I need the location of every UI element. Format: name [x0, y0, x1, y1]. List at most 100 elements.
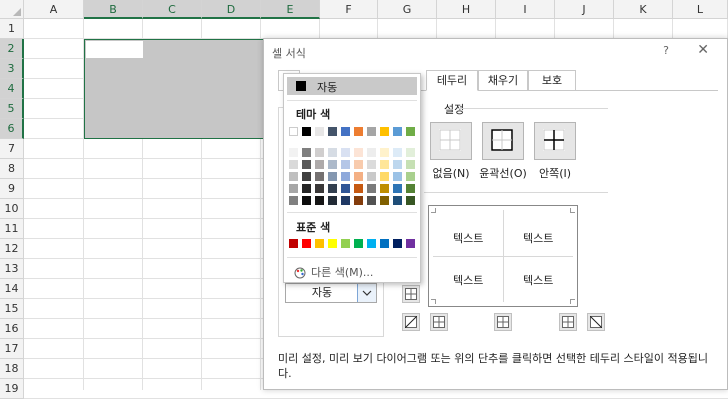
theme-color-swatch[interactable]	[302, 127, 311, 136]
theme-shade-swatch[interactable]	[341, 196, 350, 205]
row-header[interactable]: 15	[0, 299, 24, 319]
theme-shade-swatch[interactable]	[393, 160, 402, 169]
theme-color-swatch[interactable]	[354, 127, 363, 136]
theme-shade-swatch[interactable]	[302, 172, 311, 181]
column-header[interactable]: K	[614, 0, 673, 19]
row-header[interactable]: 12	[0, 239, 24, 259]
theme-color-swatch[interactable]	[341, 127, 350, 136]
dropdown-button[interactable]	[357, 284, 376, 302]
row-header[interactable]: 6	[0, 119, 24, 139]
theme-color-swatch[interactable]	[406, 127, 415, 136]
select-all-corner[interactable]	[0, 0, 24, 19]
row-header[interactable]: 9	[0, 179, 24, 199]
row-header[interactable]: 7	[0, 139, 24, 159]
theme-shade-swatch[interactable]	[367, 160, 376, 169]
column-header[interactable]: E	[261, 0, 320, 19]
tab-protection[interactable]: 보호	[528, 70, 576, 90]
preset-none-button[interactable]	[430, 122, 472, 160]
border-diagonal-up-button[interactable]	[402, 313, 420, 331]
theme-shade-swatch[interactable]	[406, 148, 415, 157]
theme-color-swatch[interactable]	[328, 127, 337, 136]
row-header[interactable]: 10	[0, 199, 24, 219]
theme-shade-swatch[interactable]	[328, 148, 337, 157]
column-header[interactable]: A	[24, 0, 84, 19]
theme-shade-swatch[interactable]	[302, 148, 311, 157]
standard-color-swatch[interactable]	[354, 239, 363, 248]
help-button[interactable]: ?	[663, 44, 669, 57]
theme-shade-swatch[interactable]	[328, 184, 337, 193]
standard-color-swatch[interactable]	[341, 239, 350, 248]
theme-shade-swatch[interactable]	[393, 148, 402, 157]
standard-color-swatch[interactable]	[289, 239, 298, 248]
theme-shade-swatch[interactable]	[380, 148, 389, 157]
border-left-button[interactable]	[430, 313, 448, 331]
row-header[interactable]: 5	[0, 99, 24, 119]
preset-outline-button[interactable]	[482, 122, 524, 160]
theme-shade-swatch[interactable]	[354, 196, 363, 205]
theme-shade-swatch[interactable]	[367, 148, 376, 157]
theme-shade-swatch[interactable]	[406, 196, 415, 205]
theme-color-swatch[interactable]	[380, 127, 389, 136]
theme-shade-swatch[interactable]	[380, 184, 389, 193]
theme-shade-swatch[interactable]	[367, 172, 376, 181]
theme-shade-swatch[interactable]	[380, 172, 389, 181]
theme-shade-swatch[interactable]	[289, 148, 298, 157]
standard-color-swatch[interactable]	[367, 239, 376, 248]
row-header[interactable]: 11	[0, 219, 24, 239]
row-header[interactable]: 2	[0, 39, 24, 59]
standard-color-swatch[interactable]	[328, 239, 337, 248]
theme-shade-swatch[interactable]	[328, 172, 337, 181]
theme-shade-swatch[interactable]	[380, 196, 389, 205]
theme-shade-swatch[interactable]	[315, 196, 324, 205]
row-header[interactable]: 14	[0, 279, 24, 299]
theme-shade-swatch[interactable]	[289, 160, 298, 169]
row-header[interactable]: 16	[0, 319, 24, 339]
theme-shade-swatch[interactable]	[367, 196, 376, 205]
theme-shade-swatch[interactable]	[393, 184, 402, 193]
row-header[interactable]: 13	[0, 259, 24, 279]
column-header[interactable]: G	[378, 0, 437, 19]
automatic-color-option[interactable]: 자동	[287, 77, 417, 95]
row-header[interactable]: 1	[0, 19, 24, 39]
standard-color-swatch[interactable]	[380, 239, 389, 248]
column-header[interactable]: H	[437, 0, 496, 19]
preset-inside-button[interactable]	[534, 122, 576, 160]
column-header[interactable]: C	[143, 0, 202, 19]
theme-shade-swatch[interactable]	[328, 196, 337, 205]
standard-color-swatch[interactable]	[406, 239, 415, 248]
theme-shade-swatch[interactable]	[406, 184, 415, 193]
theme-shade-swatch[interactable]	[315, 172, 324, 181]
line-color-select[interactable]: 자동	[285, 283, 377, 303]
theme-shade-swatch[interactable]	[354, 148, 363, 157]
row-header[interactable]: 4	[0, 79, 24, 99]
column-header[interactable]: L	[673, 0, 728, 19]
theme-color-swatch[interactable]	[393, 127, 402, 136]
theme-shade-swatch[interactable]	[289, 172, 298, 181]
theme-shade-swatch[interactable]	[289, 184, 298, 193]
theme-shade-swatch[interactable]	[406, 160, 415, 169]
theme-shade-swatch[interactable]	[302, 160, 311, 169]
theme-shade-swatch[interactable]	[289, 196, 298, 205]
border-diagonal-down-button[interactable]	[587, 313, 605, 331]
row-header[interactable]: 18	[0, 359, 24, 379]
more-colors-option[interactable]: 다른 색(M)...	[294, 264, 373, 280]
column-header[interactable]: B	[84, 0, 143, 19]
border-right-button[interactable]	[559, 313, 577, 331]
standard-color-swatch[interactable]	[315, 239, 324, 248]
column-header[interactable]: I	[496, 0, 555, 19]
border-preview[interactable]: 텍스트 텍스트 텍스트 텍스트	[428, 205, 578, 307]
row-header[interactable]: 3	[0, 59, 24, 79]
theme-shade-swatch[interactable]	[315, 160, 324, 169]
row-header[interactable]: 17	[0, 339, 24, 359]
tab-border[interactable]: 테두리	[426, 70, 478, 91]
theme-shade-swatch[interactable]	[354, 184, 363, 193]
theme-shade-swatch[interactable]	[341, 172, 350, 181]
theme-shade-swatch[interactable]	[315, 148, 324, 157]
theme-shade-swatch[interactable]	[354, 160, 363, 169]
border-top-button[interactable]	[402, 285, 420, 303]
theme-shade-swatch[interactable]	[393, 172, 402, 181]
standard-color-swatch[interactable]	[393, 239, 402, 248]
column-header[interactable]: J	[555, 0, 614, 19]
theme-color-swatch[interactable]	[315, 127, 324, 136]
theme-shade-swatch[interactable]	[328, 160, 337, 169]
